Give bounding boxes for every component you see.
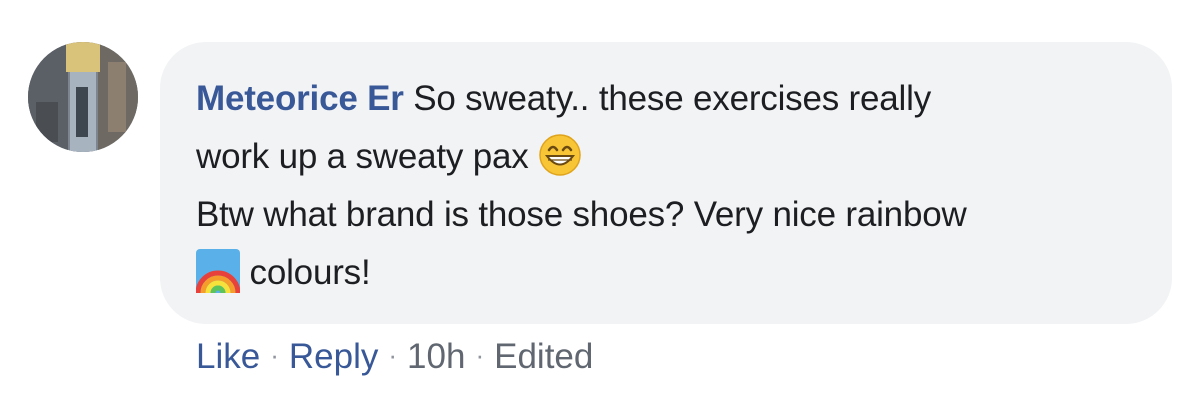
comment-actions: Like · Reply · 10h · Edited	[196, 330, 593, 382]
rainbow-icon	[196, 249, 240, 293]
timestamp-link[interactable]: 10h	[407, 337, 465, 376]
comment-text-line3: Btw what brand is those shoes? Very nice…	[196, 195, 967, 234]
separator-dot: ·	[388, 340, 398, 370]
comment-text-line2: work up a sweaty pax	[196, 137, 529, 176]
separator-dot: ·	[270, 340, 279, 370]
comment-text-line4: colours!	[249, 253, 371, 292]
reply-button[interactable]: Reply	[289, 337, 378, 376]
like-button[interactable]: Like	[196, 337, 260, 376]
comment-author-link[interactable]: Meteorice Er	[196, 79, 404, 118]
comment-body: Meteorice Er So sweaty.. these exercises…	[196, 70, 1156, 302]
avatar[interactable]	[28, 42, 138, 152]
separator-dot: ·	[475, 340, 485, 370]
comment: Meteorice Er So sweaty.. these exercises…	[0, 0, 1200, 405]
grinning-face-with-smiling-eyes-icon	[538, 133, 582, 177]
edited-label[interactable]: Edited	[494, 337, 593, 376]
comment-text-line1: So sweaty.. these exercises really	[413, 79, 931, 118]
